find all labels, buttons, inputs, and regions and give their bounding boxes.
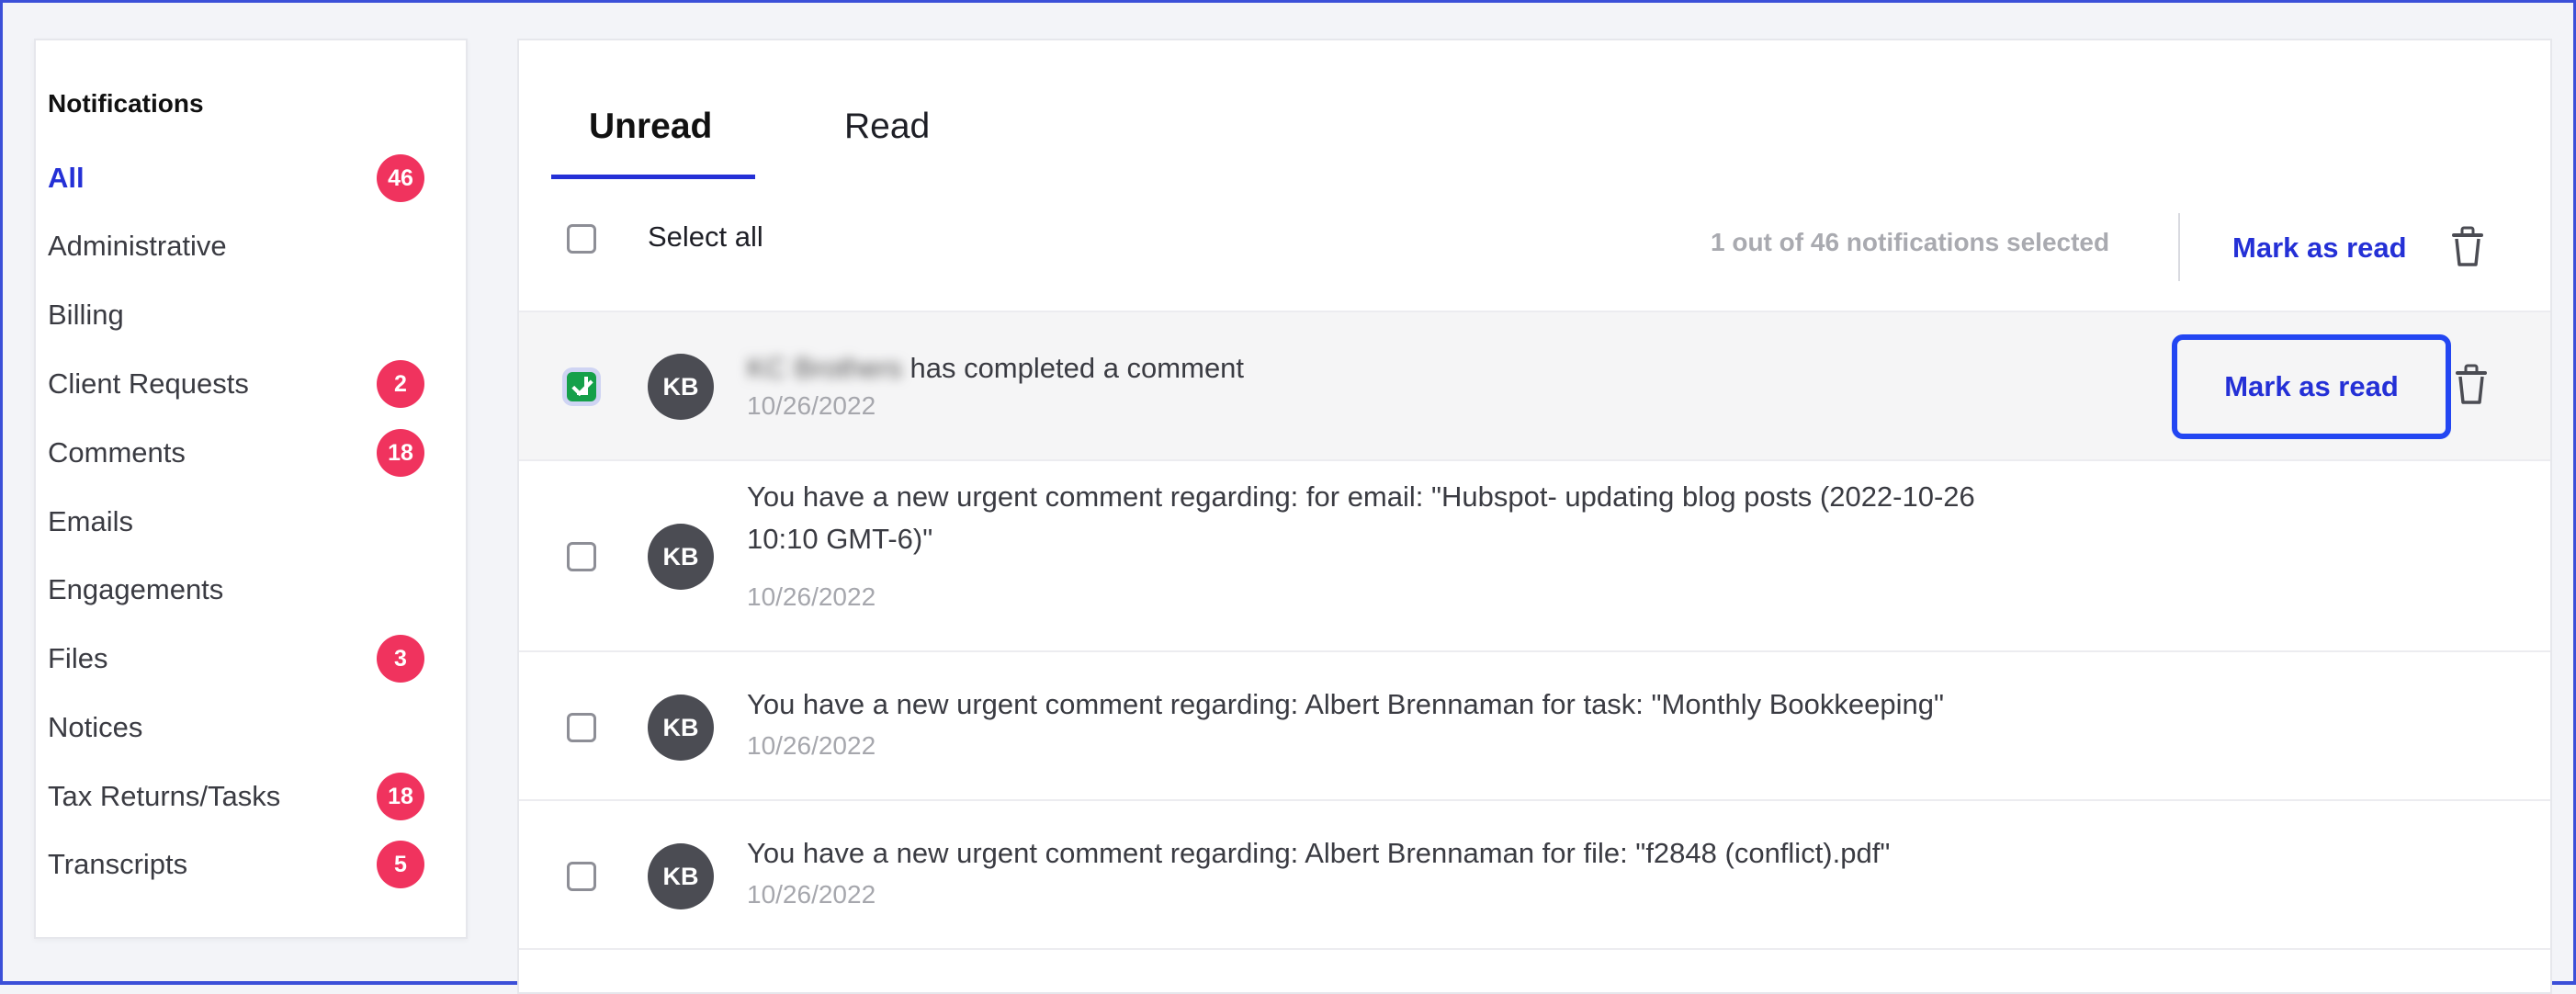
sidebar-item-engagements[interactable]: Engagements: [48, 562, 424, 617]
toolbar-divider: [2178, 213, 2180, 281]
count-badge: 3: [377, 635, 424, 683]
sidebar-item-label: Tax Returns/Tasks: [48, 780, 281, 812]
avatar: KB: [648, 695, 714, 761]
notification-row[interactable]: KB KC Brothers has completed a comment 1…: [519, 312, 2550, 461]
blurred-sender: KC Brothers: [747, 352, 902, 384]
message-text: has completed a comment: [910, 352, 1245, 384]
sidebar-item-client-requests[interactable]: Client Requests 2: [48, 356, 424, 412]
count-badge: 18: [377, 773, 424, 820]
sidebar-item-all[interactable]: All 46: [48, 151, 424, 206]
notification-date: 10/26/2022: [747, 391, 876, 420]
sidebar-item-label: Administrative: [48, 230, 227, 262]
sidebar-item-label: Files: [48, 642, 108, 674]
row-delete-trash-icon[interactable]: [2453, 364, 2490, 406]
notification-row[interactable]: KB You have a new urgent comment regardi…: [519, 461, 2550, 652]
row-checkbox[interactable]: [567, 372, 596, 401]
row-checkbox[interactable]: [567, 862, 596, 891]
sidebar-item-label: Comments: [48, 436, 186, 469]
selection-count: 1 out of 46 notifications selected: [1711, 228, 2110, 256]
message-line: 10:10 GMT-6)": [747, 523, 933, 555]
sidebar-item-label: All: [48, 162, 85, 194]
notification-date: 10/26/2022: [747, 582, 876, 611]
notification-row[interactable]: KB You have a new urgent comment regardi…: [519, 652, 2550, 801]
checkmark-icon: [571, 374, 593, 397]
row-mark-as-read-button[interactable]: Mark as read: [2172, 334, 2451, 439]
notification-message: You have a new urgent comment regarding:…: [747, 688, 1944, 720]
select-all-label: Select all: [648, 220, 763, 253]
avatar: KB: [648, 843, 714, 909]
count-badge: 2: [377, 360, 424, 408]
row-checkbox[interactable]: [567, 713, 596, 742]
notifications-panel: Unread Read Select all 1 out of 46 notif…: [517, 39, 2552, 994]
tab-read[interactable]: Read: [844, 107, 930, 147]
notification-message: You have a new urgent comment regarding:…: [747, 476, 1975, 560]
sidebar-item-tax-returns-tasks[interactable]: Tax Returns/Tasks 18: [48, 769, 424, 824]
notification-date: 10/26/2022: [747, 880, 876, 909]
sidebar-item-label: Billing: [48, 299, 124, 331]
sidebar-item-label: Emails: [48, 505, 134, 537]
sidebar-item-notices[interactable]: Notices: [48, 700, 424, 755]
sidebar-item-label: Notices: [48, 711, 143, 743]
avatar: KB: [648, 524, 714, 590]
count-badge: 46: [377, 154, 424, 202]
sidebar-item-label: Transcripts: [48, 848, 188, 880]
sidebar-title: Notifications: [48, 89, 204, 118]
sidebar-item-files[interactable]: Files 3: [48, 631, 424, 686]
active-tab-indicator: [551, 175, 755, 179]
select-all-checkbox[interactable]: [567, 224, 596, 254]
bulk-delete-trash-icon[interactable]: [2449, 226, 2486, 268]
sidebar-item-label: Engagements: [48, 573, 224, 605]
sidebar-item-transcripts[interactable]: Transcripts 5: [48, 837, 424, 892]
tab-bar: Unread Read: [519, 40, 2550, 182]
tab-unread[interactable]: Unread: [589, 107, 712, 147]
sidebar-item-administrative[interactable]: Administrative: [48, 219, 424, 274]
sidebar-item-emails[interactable]: Emails: [48, 494, 424, 549]
bulk-actions-toolbar: Select all 1 out of 46 notifications sel…: [519, 180, 2550, 312]
count-badge: 5: [377, 841, 424, 888]
sidebar-item-billing[interactable]: Billing: [48, 288, 424, 343]
sidebar-item-label: Client Requests: [48, 367, 249, 400]
notification-row[interactable]: KB You have a new urgent comment regardi…: [519, 801, 2550, 950]
notification-message: You have a new urgent comment regarding:…: [747, 837, 1891, 869]
notification-message: KC Brothers has completed a comment: [747, 347, 1244, 390]
notification-date: 10/26/2022: [747, 731, 876, 760]
count-badge: 18: [377, 429, 424, 477]
sidebar-item-comments[interactable]: Comments 18: [48, 425, 424, 480]
avatar: KB: [648, 354, 714, 420]
row-checkbox[interactable]: [567, 542, 596, 571]
bulk-mark-as-read-button[interactable]: Mark as read: [2232, 232, 2407, 265]
message-line: You have a new urgent comment regarding:…: [747, 480, 1975, 513]
